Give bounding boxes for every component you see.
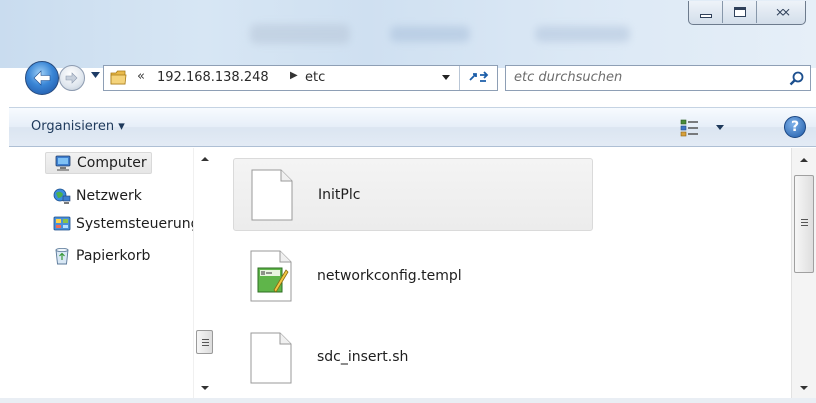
command-bar: Organisieren ▾ ? <box>9 107 816 147</box>
view-options-dropdown[interactable] <box>716 125 724 130</box>
grip-line <box>801 219 808 220</box>
grip-line <box>202 339 209 340</box>
forward-arrow-icon <box>65 72 78 84</box>
help-icon: ? <box>790 119 800 135</box>
breadcrumb-separator[interactable]: ▶ <box>290 70 298 81</box>
scroll-down-arrow-icon[interactable] <box>201 386 209 390</box>
nav-item-control-panel[interactable]: Systemsteuerung <box>53 213 193 235</box>
nav-item-label: Computer <box>77 155 147 171</box>
close-button[interactable]: ⨯⨯ <box>757 1 805 23</box>
minimize-button[interactable] <box>689 1 723 23</box>
search-input[interactable]: etc durchsuchen <box>505 65 811 91</box>
minimize-icon <box>699 14 712 18</box>
scroll-up-arrow-icon[interactable] <box>800 158 808 162</box>
window-controls: ⨯⨯ <box>688 1 806 25</box>
nav-item-computer[interactable]: Computer <box>45 152 152 174</box>
file-item[interactable]: InitPlc <box>233 158 593 231</box>
refresh-button[interactable] <box>459 66 497 90</box>
nav-item-label: Netzwerk <box>76 188 142 204</box>
grip-line <box>202 342 209 343</box>
help-button[interactable]: ? <box>784 116 806 138</box>
template-document-icon <box>250 250 292 302</box>
grip-line <box>801 222 808 223</box>
recent-pages-dropdown[interactable] <box>91 72 100 78</box>
file-list-scrollbar[interactable] <box>791 148 816 398</box>
navigation-scroll-thumb[interactable] <box>196 330 213 354</box>
recycle-bin-icon <box>55 247 69 265</box>
search-icon[interactable] <box>789 71 804 86</box>
nav-item-label: Systemsteuerung <box>76 216 193 232</box>
file-list: InitPlc networkconfig.templ sdc_insert.s… <box>217 148 791 398</box>
nav-item-recycle-bin[interactable]: Papierkorb <box>53 245 150 267</box>
breadcrumb-folder[interactable]: etc <box>305 70 325 85</box>
search-placeholder: etc durchsuchen <box>514 70 623 85</box>
blurred-background <box>535 26 630 42</box>
blank-document-icon <box>251 169 293 221</box>
grip-line <box>202 345 209 346</box>
back-button[interactable] <box>25 61 59 95</box>
computer-icon <box>55 155 71 171</box>
refresh-icon <box>468 71 488 82</box>
file-item[interactable]: networkconfig.templ <box>233 238 593 311</box>
control-panel-icon <box>53 216 71 231</box>
back-arrow-icon <box>33 70 51 86</box>
file-list-scroll-thumb[interactable] <box>794 175 814 273</box>
blank-document-icon <box>250 332 292 384</box>
file-item[interactable]: sdc_insert.sh <box>233 320 593 393</box>
blurred-background <box>250 24 350 44</box>
close-icon: ⨯⨯ <box>774 5 791 19</box>
maximize-button[interactable] <box>723 1 757 23</box>
forward-button[interactable] <box>59 65 85 91</box>
breadcrumb-host[interactable]: 192.168.138.248 <box>157 70 269 85</box>
scroll-down-arrow-icon[interactable] <box>800 386 808 390</box>
grip-line <box>801 225 808 226</box>
folder-icon <box>110 70 127 85</box>
address-row: « 192.168.138.248 ▶ etc etc durchsuchen <box>0 58 816 96</box>
change-view-icon[interactable] <box>680 119 700 137</box>
blurred-background <box>390 26 470 42</box>
scroll-up-arrow-icon[interactable] <box>201 157 209 161</box>
file-name: sdc_insert.sh <box>317 349 409 365</box>
window-bottom-edge <box>0 398 816 403</box>
network-icon <box>53 188 71 204</box>
address-bar[interactable]: « 192.168.138.248 ▶ etc <box>103 65 498 91</box>
organize-menu[interactable]: Organisieren ▾ <box>31 119 125 134</box>
navigation-scrollbar[interactable] <box>193 148 216 398</box>
address-overflow-chevrons[interactable]: « <box>137 69 145 84</box>
file-name: InitPlc <box>318 187 361 203</box>
maximize-icon <box>733 7 746 17</box>
nav-item-label: Papierkorb <box>76 248 151 264</box>
navigation-pane: Computer Netzwerk Systemsteuerung Papier… <box>9 148 216 398</box>
nav-item-network[interactable]: Netzwerk <box>53 185 142 207</box>
file-name: networkconfig.templ <box>317 268 462 284</box>
address-history-dropdown[interactable] <box>442 75 450 80</box>
